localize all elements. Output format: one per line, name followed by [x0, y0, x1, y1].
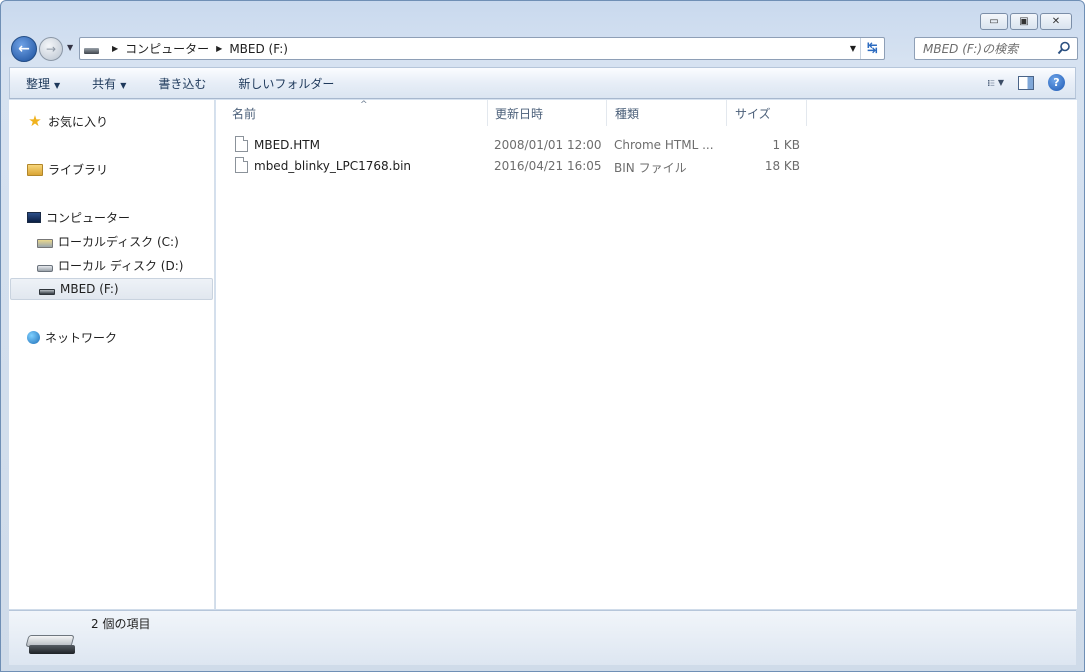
back-button[interactable]: ← — [11, 36, 37, 62]
minimize-icon: ▭ — [989, 16, 999, 27]
explorer-window: ▭ ▣ ✕ ← → ▼ ▶ コンピューター ▶ MBED (F:) ▼ ↹ MB… — [0, 0, 1085, 672]
caption-buttons: ▭ ▣ ✕ — [980, 13, 1072, 30]
file-size: 1 KB — [772, 138, 800, 152]
forward-button[interactable]: → — [39, 37, 63, 61]
chevron-down-icon: ▼ — [997, 78, 1004, 87]
sidebar-item-label: ローカルディスク (C:) — [58, 234, 179, 249]
column-header-type[interactable]: 種類 — [607, 100, 727, 126]
sidebar-item-label: お気に入り — [48, 114, 109, 129]
share-menu[interactable]: 共有 ▼ — [76, 75, 142, 92]
close-icon: ✕ — [1051, 16, 1061, 27]
organize-menu[interactable]: 整理 ▼ — [10, 75, 76, 92]
breadcrumb-computer[interactable]: コンピューター — [125, 40, 209, 57]
sidebar-item-libraries[interactable]: ライブラリ — [27, 158, 108, 180]
column-header-date[interactable]: 更新日時 — [487, 100, 607, 126]
search-icon[interactable] — [1057, 41, 1071, 55]
file-name: mbed_blinky_LPC1768.bin — [254, 159, 412, 173]
file-name: MBED.HTM — [254, 138, 320, 152]
search-placeholder: MBED (F:)の検索 — [923, 42, 1019, 56]
burn-button[interactable]: 書き込む — [142, 75, 222, 92]
file-date: 2016/04/21 16:05 — [494, 159, 602, 173]
refresh-button[interactable]: ↹ — [860, 38, 884, 59]
library-icon — [27, 164, 43, 176]
search-input[interactable]: MBED (F:)の検索 — [914, 37, 1078, 60]
sidebar-item-label: コンピューター — [46, 210, 131, 225]
column-header-label: サイズ — [735, 106, 771, 121]
document-icon — [235, 157, 248, 173]
file-row[interactable]: MBED.HTM 2008/01/01 12:00 Chrome HTML ..… — [216, 135, 816, 156]
column-header-label: 更新日時 — [495, 106, 544, 121]
column-header-size[interactable]: サイズ — [727, 100, 807, 126]
chevron-down-icon: ▼ — [54, 80, 61, 90]
file-type: BIN ファイル — [614, 161, 687, 175]
sidebar-item-label: ライブラリ — [48, 162, 109, 177]
close-button[interactable]: ✕ — [1040, 13, 1072, 30]
address-bar[interactable]: ▶ コンピューター ▶ MBED (F:) ▼ ↹ — [79, 37, 885, 60]
sidebar-item-computer[interactable]: コンピューター — [27, 206, 130, 228]
file-type: Chrome HTML ... — [614, 138, 714, 152]
file-size: 18 KB — [764, 159, 800, 173]
refresh-icon: ↹ — [867, 41, 878, 56]
view-options-button[interactable]: ▼ — [988, 76, 1004, 90]
drive-icon — [37, 264, 53, 272]
preview-pane-button[interactable] — [1018, 75, 1034, 90]
sidebar-item-label: ネットワーク — [45, 330, 118, 345]
column-header-label: 名前 — [232, 106, 257, 121]
file-list-pane: ^ 名前 更新日時 種類 サイズ MBED.HTM 2008/01/01 12:… — [216, 100, 1077, 609]
chevron-right-icon[interactable]: ▶ — [112, 44, 118, 53]
sidebar-item-mbed[interactable]: MBED (F:) — [10, 278, 213, 300]
document-icon — [235, 136, 248, 152]
chevron-down-icon: ▼ — [120, 80, 127, 90]
computer-icon — [27, 212, 41, 223]
recent-pages-dropdown[interactable]: ▼ — [67, 43, 73, 52]
view-list-icon — [988, 79, 995, 86]
sidebar-item-label: MBED (F:) — [60, 282, 119, 296]
drive-icon — [84, 47, 99, 54]
sidebar-item-favorites[interactable]: ★ お気に入り — [27, 110, 108, 132]
forward-arrow-icon: → — [45, 42, 57, 56]
network-icon — [27, 331, 40, 344]
sidebar-item-network[interactable]: ネットワーク — [27, 326, 117, 348]
new-folder-button[interactable]: 新しいフォルダー — [222, 75, 350, 92]
system-drive-icon — [37, 239, 53, 248]
maximize-icon: ▣ — [1019, 16, 1029, 27]
file-row[interactable]: mbed_blinky_LPC1768.bin 2016/04/21 16:05… — [216, 156, 816, 177]
column-header-label: 種類 — [615, 106, 640, 121]
sidebar-item-drive-c[interactable]: ローカルディスク (C:) — [37, 230, 179, 252]
breadcrumb-mbed[interactable]: MBED (F:) — [229, 42, 288, 56]
removable-drive-icon — [39, 289, 55, 295]
command-bar-right: ▼ ? — [988, 74, 1065, 91]
sidebar-item-drive-d[interactable]: ローカル ディスク (D:) — [37, 254, 183, 276]
star-icon: ★ — [28, 112, 42, 130]
help-icon[interactable]: ? — [1048, 74, 1065, 91]
share-label: 共有 — [92, 76, 117, 91]
maximize-button[interactable]: ▣ — [1010, 13, 1038, 30]
sidebar-item-label: ローカル ディスク (D:) — [58, 258, 184, 273]
organize-label: 整理 — [26, 76, 51, 91]
sort-ascending-icon: ^ — [360, 100, 368, 110]
navigation-pane: ★ お気に入り ライブラリ コンピューター ローカルディスク (C:) ローカル… — [9, 100, 215, 609]
item-count: 2 個の項目 — [91, 617, 151, 631]
minimize-button[interactable]: ▭ — [980, 13, 1008, 30]
chevron-right-icon[interactable]: ▶ — [216, 44, 222, 53]
column-header-name[interactable]: ^ 名前 — [224, 100, 488, 126]
command-bar: 整理 ▼ 共有 ▼ 書き込む 新しいフォルダー ▼ ? — [9, 67, 1076, 99]
details-pane: 2 個の項目 — [9, 610, 1076, 665]
address-history-dropdown[interactable]: ▼ — [850, 44, 856, 53]
file-date: 2008/01/01 12:00 — [494, 138, 602, 152]
navigation-row: ← → ▼ ▶ コンピューター ▶ MBED (F:) ▼ ↹ MBED (F:… — [9, 35, 1078, 63]
back-arrow-icon: ← — [18, 41, 30, 57]
removable-drive-icon — [25, 635, 75, 657]
